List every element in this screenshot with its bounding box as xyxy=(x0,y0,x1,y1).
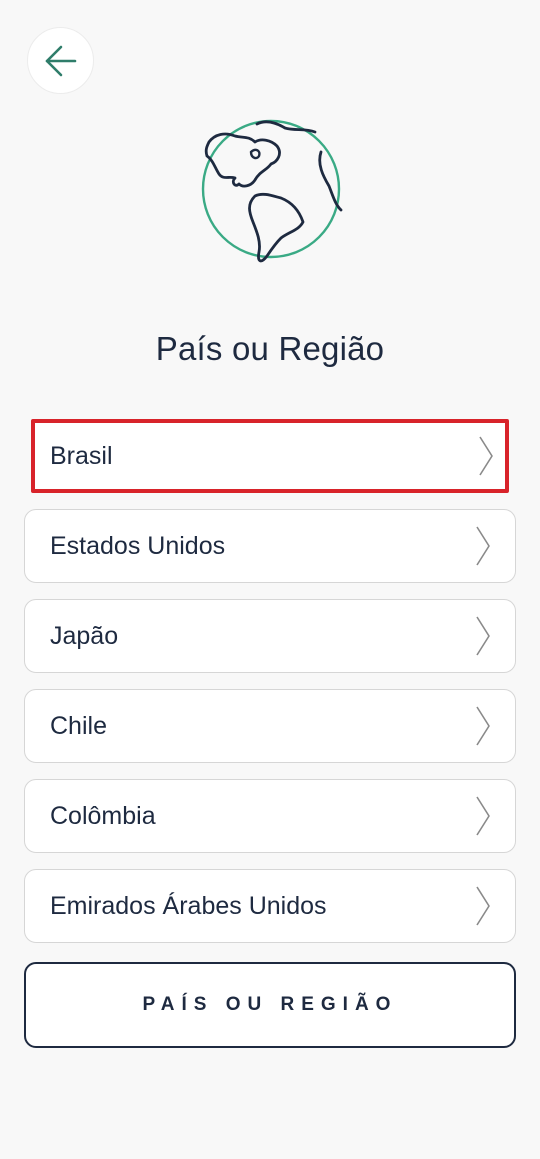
back-button[interactable] xyxy=(27,27,94,94)
country-region-button[interactable]: PAÍS OU REGIÃO xyxy=(24,962,516,1048)
country-label: Chile xyxy=(50,711,107,740)
country-label: Japão xyxy=(50,621,119,650)
arrow-left-icon xyxy=(45,45,76,76)
country-item-estados-unidos[interactable]: Estados Unidos xyxy=(24,509,516,583)
globe-americas-icon xyxy=(201,119,343,263)
country-label: Colômbia xyxy=(50,801,156,830)
country-label: Brasil xyxy=(50,441,113,470)
chevron-right-icon xyxy=(476,796,490,836)
country-item-emirados-arabes-unidos[interactable]: Emirados Árabes Unidos xyxy=(24,869,516,943)
country-item-japao[interactable]: Japão xyxy=(24,599,516,673)
chevron-right-icon xyxy=(476,616,490,656)
country-label: Emirados Árabes Unidos xyxy=(50,891,327,920)
country-region-screen: País ou Região Brasil Estados Unidos Jap… xyxy=(0,0,540,1159)
country-item-colombia[interactable]: Colômbia xyxy=(24,779,516,853)
page-title: País ou Região xyxy=(155,330,385,367)
chevron-right-icon xyxy=(476,526,490,566)
country-label: Estados Unidos xyxy=(50,531,226,560)
chevron-right-icon xyxy=(479,436,493,476)
country-item-chile[interactable]: Chile xyxy=(24,689,516,763)
chevron-right-icon xyxy=(476,706,490,746)
chevron-right-icon xyxy=(476,886,490,926)
country-item-brasil[interactable]: Brasil xyxy=(31,419,509,493)
country-list: Brasil Estados Unidos Japão Chile Colômb… xyxy=(24,419,516,959)
